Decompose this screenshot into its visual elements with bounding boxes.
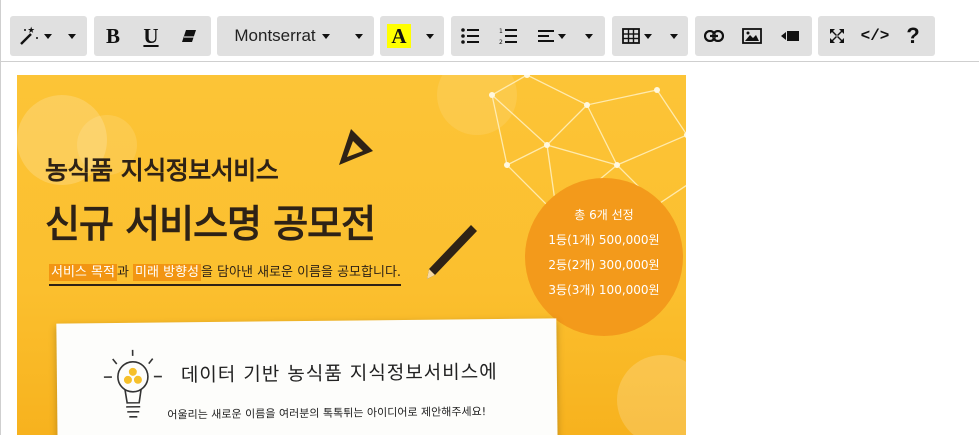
view-group: </> ? [818,16,935,56]
subtitle-text: 을 담아낸 새로운 이름을 공모합니다. [200,265,402,280]
chevron-down-icon [558,33,566,39]
underline-button[interactable]: U [132,16,170,56]
prize-line: 2등(2개) 300,000원 [548,258,660,272]
color-dropdown-button[interactable] [418,16,442,56]
triangle-decoration-icon [339,129,373,165]
table-dropdown-button[interactable] [612,16,662,56]
help-button[interactable]: ? [894,16,932,56]
font-name-group: Montserrat [217,16,374,56]
subtitle-highlight: 미래 방향성 [133,264,201,281]
paper-subtitle: 어울리는 새로운 이름을 여러분의 톡톡튀는 아이디어로 제안해주세요! [167,405,487,422]
subtitle-text: 과 [116,265,134,280]
table-more-button[interactable] [662,16,686,56]
unordered-list-icon [461,28,479,44]
magic-icon [20,26,38,45]
align-more-button[interactable] [577,16,601,56]
chevron-down-icon [644,33,652,39]
fullscreen-button[interactable] [818,16,856,56]
subtitle-highlight: 서비스 목적 [49,264,117,281]
fullscreen-icon [830,29,844,43]
style-group [10,16,87,56]
prize-line: 총 6개 선정 [574,208,634,222]
forecolor-icon: A [387,24,411,48]
subtitle: 서비스 목적 과 미래 방향성 을 담아낸 새로운 이름을 공모합니다. [49,261,402,286]
color-group: A [380,16,444,56]
unordered-list-button[interactable] [451,16,489,56]
video-icon [781,31,799,41]
pencil-icon [427,225,477,279]
rich-text-editor: B U Montserrat A 1 2 </> ? 농식품 지식정보서비스 신… [0,0,979,435]
poster-image[interactable]: 농식품 지식정보서비스 신규 서비스명 공모전 서비스 목적 과 미래 방향성 을 … [17,75,686,435]
style-more-button[interactable] [60,16,84,56]
picture-icon [742,28,762,44]
svg-text:2: 2 [499,39,503,45]
codeview-button[interactable]: </> [856,16,894,56]
font-style-group: B U [94,16,211,56]
chevron-down-icon [355,33,363,39]
bold-button[interactable]: B [94,16,132,56]
font-name-dropdown[interactable]: Montserrat [217,16,347,56]
bokeh-circle [617,355,686,435]
chevron-down-icon [68,33,76,39]
link-icon [704,30,724,42]
chevron-down-icon [426,33,434,39]
align-dropdown-button[interactable] [527,16,577,56]
chevron-down-icon [44,33,52,39]
style-dropdown-button[interactable] [10,16,60,56]
paper-title: 데이터 기반 농식품 지식정보서비스에 [180,361,498,387]
chevron-down-icon [321,33,330,39]
insert-group [695,16,812,56]
prize-line: 3등(3개) 100,000원 [548,283,660,297]
lightbulb-icon [103,349,162,418]
table-group [612,16,688,56]
chevron-down-icon [670,33,678,39]
font-name-more-button[interactable] [347,16,371,56]
forecolor-button[interactable]: A [380,16,418,56]
prize-line: 1등(1개) 500,000원 [548,233,660,247]
ordered-list-icon: 1 2 [499,28,517,45]
insert-picture-button[interactable] [733,16,771,56]
font-name-label: Montserrat [234,26,316,45]
insert-link-button[interactable] [695,16,733,56]
remove-format-button[interactable] [170,16,208,56]
ordered-list-button[interactable]: 1 2 [489,16,527,56]
prize-list: 총 6개 선정 1등(1개) 500,000원 2등(2개) 300,000원 … [525,203,683,303]
table-icon [622,28,640,44]
paragraph-group: 1 2 [451,16,605,56]
chevron-down-icon [585,33,593,39]
headline-small: 농식품 지식정보서비스 [45,156,279,185]
headline-large: 신규 서비스명 공모전 [45,202,376,246]
svg-text:1: 1 [499,28,503,35]
paper-card: 데이터 기반 농식품 지식정보서비스에 어울리는 새로운 이름을 여러분의 톡톡… [56,318,558,435]
align-left-icon [538,30,554,42]
insert-video-button[interactable] [771,16,809,56]
eraser-icon [182,30,196,42]
editor-toolbar: B U Montserrat A 1 2 </> ? [1,0,979,62]
